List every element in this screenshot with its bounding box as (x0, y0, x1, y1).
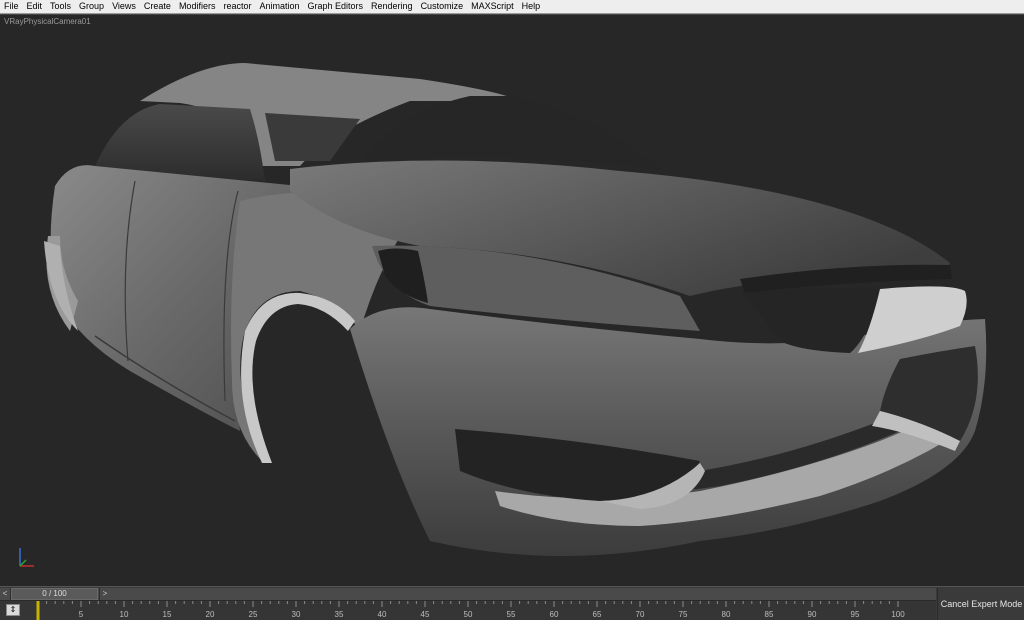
current-frame-marker[interactable] (36, 601, 40, 620)
timeline-panel: < 0 / 100 > ⇕ 5 10 15 20 25 30 35 40 45 50 55 60 65 7… (0, 586, 1024, 620)
menu-create[interactable]: Create (140, 0, 175, 13)
ruler-label: 95 (851, 610, 860, 619)
ruler-label: 35 (335, 610, 344, 619)
car-body-model (44, 63, 987, 556)
ruler-label: 25 (249, 610, 258, 619)
ruler-label: 70 (636, 610, 645, 619)
menu-modifiers[interactable]: Modifiers (175, 0, 220, 13)
cancel-expert-mode-button[interactable]: Cancel Expert Mode (937, 588, 1024, 620)
menu-reactor[interactable]: reactor (219, 0, 255, 13)
ruler-label: 5 (79, 610, 84, 619)
menu-graph-editors[interactable]: Graph Editors (304, 0, 368, 13)
slider-prev-button[interactable]: < (0, 588, 11, 600)
ruler-label: 20 (206, 610, 215, 619)
slider-next-button[interactable]: > (99, 588, 110, 600)
menu-maxscript[interactable]: MAXScript (467, 0, 518, 13)
ruler-label: 60 (550, 610, 559, 619)
ruler-label: 30 (292, 610, 301, 619)
ruler-label: 40 (378, 610, 387, 619)
ruler-label: 15 (163, 610, 172, 619)
track-bar[interactable]: ⇕ 5 10 15 20 25 30 35 40 45 50 55 60 65 70 75 80 85 90 95 1… (0, 601, 936, 620)
ruler-label: 85 (765, 610, 774, 619)
ruler-label: 50 (464, 610, 473, 619)
axis-gizmo-icon (19, 548, 34, 567)
menu-tools[interactable]: Tools (46, 0, 75, 13)
frame-ruler: 5 10 15 20 25 30 35 40 45 50 55 60 65 70 75 80 85 90 95 100 (36, 601, 905, 620)
menu-animation[interactable]: Animation (255, 0, 303, 13)
time-slider-thumb[interactable]: 0 / 100 (11, 588, 98, 600)
ruler-label: 80 (722, 610, 731, 619)
ruler-label: 45 (421, 610, 430, 619)
menu-edit[interactable]: Edit (23, 0, 47, 13)
perspective-viewport[interactable]: VRayPhysicalCamera01 (0, 14, 1024, 587)
menu-bar: File Edit Tools Group Views Create Modifiers re… (0, 0, 1024, 14)
ruler-label: 55 (507, 610, 516, 619)
menu-customize[interactable]: Customize (417, 0, 468, 13)
ruler-label: 75 (679, 610, 688, 619)
ruler-label: 90 (808, 610, 817, 619)
menu-group[interactable]: Group (75, 0, 108, 13)
menu-rendering[interactable]: Rendering (367, 0, 417, 13)
menu-file[interactable]: File (0, 0, 23, 13)
time-slider[interactable]: < 0 / 100 > (0, 588, 936, 601)
ruler-label: 65 (593, 610, 602, 619)
ruler-label: 100 (891, 610, 905, 619)
menu-help[interactable]: Help (518, 0, 545, 13)
menu-views[interactable]: Views (108, 0, 140, 13)
ruler-label: 10 (120, 610, 129, 619)
